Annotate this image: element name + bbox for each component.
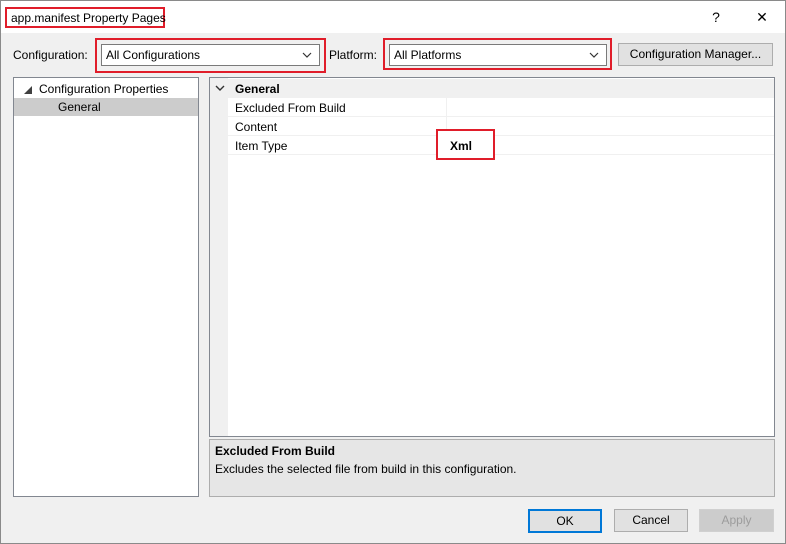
- chevron-down-icon: [302, 52, 312, 58]
- property-name: Item Type: [235, 139, 288, 153]
- item-type-value-highlight[interactable]: Xml: [436, 129, 495, 160]
- description-pane: Excluded From Build Excludes the selecte…: [209, 439, 775, 497]
- window-title: app.manifest Property Pages: [5, 7, 166, 28]
- property-row-content[interactable]: Content: [228, 117, 774, 136]
- platform-dropdown-value: All Platforms: [394, 48, 462, 62]
- close-icon: ✕: [756, 8, 768, 25]
- description-text: Excludes the selected file from build in…: [215, 462, 517, 476]
- property-row-excluded-from-build[interactable]: Excluded From Build: [228, 98, 774, 117]
- tree-item-configuration-properties[interactable]: Configuration Properties: [14, 80, 198, 98]
- platform-dropdown[interactable]: All Platforms: [389, 44, 607, 66]
- help-button[interactable]: ?: [693, 1, 739, 33]
- configuration-label: Configuration:: [13, 48, 88, 62]
- property-name: Excluded From Build: [235, 101, 346, 115]
- description-title: Excluded From Build: [215, 444, 336, 458]
- tree-item-label: General: [58, 100, 101, 114]
- property-tree: Configuration Properties General: [13, 77, 199, 497]
- title-bar: app.manifest Property Pages ? ✕: [1, 1, 785, 33]
- cancel-button[interactable]: Cancel: [614, 509, 688, 532]
- triangle-expanded-icon[interactable]: [24, 86, 32, 94]
- close-button[interactable]: ✕: [739, 1, 785, 33]
- grid-margin: [210, 78, 228, 436]
- platform-label: Platform:: [329, 48, 378, 62]
- property-value[interactable]: [446, 136, 775, 154]
- configuration-manager-button[interactable]: Configuration Manager...: [618, 43, 773, 66]
- ok-button[interactable]: OK: [528, 509, 602, 533]
- chevron-down-icon: [589, 52, 599, 58]
- help-icon: ?: [712, 9, 720, 25]
- section-title: General: [235, 82, 280, 96]
- property-name: Content: [235, 120, 278, 134]
- property-value[interactable]: [446, 117, 775, 135]
- item-type-value: Xml: [450, 139, 473, 153]
- property-value[interactable]: [446, 98, 775, 116]
- apply-button[interactable]: Apply: [699, 509, 774, 532]
- section-general[interactable]: General: [210, 79, 774, 98]
- configuration-dropdown[interactable]: All Configurations: [101, 44, 320, 66]
- property-row-item-type[interactable]: Item Type: [228, 136, 774, 155]
- configuration-dropdown-value: All Configurations: [106, 48, 201, 62]
- property-pages-dialog: app.manifest Property Pages ? ✕ Configur…: [0, 0, 786, 544]
- tree-item-label: Configuration Properties: [39, 82, 169, 96]
- tree-item-general[interactable]: General: [14, 98, 198, 116]
- chevron-down-icon[interactable]: [215, 83, 225, 93]
